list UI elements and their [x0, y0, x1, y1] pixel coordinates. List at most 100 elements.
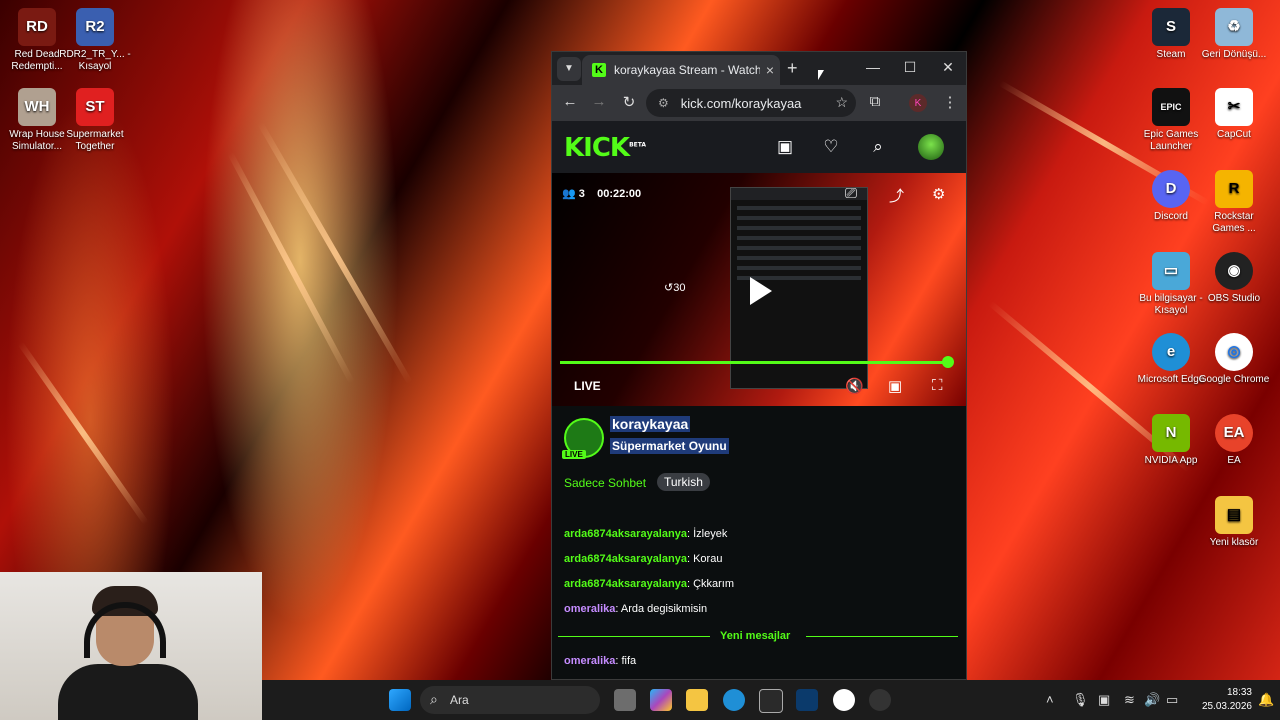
- desktop-icon-label: CapCut: [1217, 129, 1251, 140]
- kick-logo[interactable]: KICKBETA: [564, 133, 646, 163]
- settings-gear-icon[interactable]: ⚙: [932, 185, 945, 203]
- beta-badge: BETA: [629, 141, 647, 149]
- obs-icon[interactable]: [869, 689, 891, 711]
- chat-username[interactable]: arda6874aksarayalanya: [564, 578, 687, 590]
- desktop-icon-rockstar[interactable]: R Rockstar Games ...: [1197, 170, 1271, 235]
- new-tab-button[interactable]: +: [787, 58, 798, 79]
- divider-line: [806, 636, 958, 637]
- search-icon: ⌕: [430, 691, 438, 707]
- desktop-icon-chrome[interactable]: ◎ Google Chrome: [1197, 333, 1271, 386]
- fullscreen-icon[interactable]: ⛶: [932, 377, 943, 394]
- bookmark-star-icon[interactable]: ☆: [835, 94, 848, 111]
- desktop-icon-label: Yeni klasör: [1209, 537, 1259, 548]
- webcam-overlay: [0, 572, 262, 720]
- stream-category[interactable]: Süpermarket Oyunu: [610, 438, 729, 454]
- desktop-icon-label: EA: [1227, 455, 1241, 466]
- kick-header: KICKBETA ▣ ♡ ⌕: [552, 121, 966, 173]
- store-icon[interactable]: [759, 689, 783, 713]
- address-bar[interactable]: ⚙ kick.com/koraykayaa ☆: [646, 89, 856, 117]
- tray-app-icon[interactable]: ▣: [1098, 692, 1110, 708]
- clip-icon[interactable]: ⎚: [845, 185, 857, 202]
- start-windows-icon[interactable]: [389, 689, 411, 711]
- edge-icon[interactable]: [723, 689, 745, 711]
- desktop-icon-label: Supermarket Together: [66, 129, 124, 152]
- battery-icon[interactable]: ▭: [1166, 692, 1178, 708]
- progress-knob[interactable]: [942, 356, 955, 368]
- language-tag[interactable]: Turkish: [657, 473, 710, 491]
- desktop-icon-capcut[interactable]: ✂ CapCut: [1197, 88, 1271, 141]
- chat-username[interactable]: omeralika: [564, 603, 615, 615]
- close-window-button[interactable]: ✕: [938, 59, 958, 76]
- following-icon[interactable]: ▣: [774, 137, 796, 157]
- discord-icon: D: [1152, 170, 1190, 208]
- chrome-icon[interactable]: [833, 689, 855, 711]
- copilot-icon[interactable]: [650, 689, 672, 711]
- channel-info: LIVE koraykayaa Süpermarket Oyunu Sadece…: [552, 406, 966, 510]
- desktop-icon-supermarket[interactable]: ST Supermarket Together: [58, 88, 132, 153]
- video-player[interactable]: 👥 3 00:22:00 ⎚ ⤴ ⚙ ↺30 LIVE 🔇 ▣ ⛶: [552, 173, 966, 406]
- tab-close-icon[interactable]: ×: [760, 62, 780, 78]
- browser-toolbar: ← → ↻ ⚙ kick.com/koraykayaa ☆ ⧉ K ⋮: [552, 85, 966, 121]
- chat-message: arda6874aksarayalanya: İzleyek: [564, 528, 728, 540]
- play-icon[interactable]: [750, 277, 772, 305]
- progress-track[interactable]: [560, 356, 955, 368]
- extensions-icon[interactable]: ⧉: [865, 93, 885, 110]
- notification-bell-icon[interactable]: 🔔: [1258, 692, 1274, 708]
- heart-icon[interactable]: ♡: [820, 137, 842, 157]
- folder-icon: ▤: [1215, 496, 1253, 534]
- live-badge: LIVE: [562, 450, 586, 459]
- new-messages-label: Yeni mesajlar: [720, 630, 791, 642]
- chat-username[interactable]: omeralika: [564, 655, 615, 667]
- taskbar-search[interactable]: ⌕ Ara: [420, 686, 600, 714]
- microphone-icon[interactable]: 🎙: [1072, 692, 1089, 708]
- epic-games-icon: EPIC: [1152, 88, 1190, 126]
- profile-avatar[interactable]: K: [909, 94, 927, 112]
- steam-icon: S: [1152, 8, 1190, 46]
- pip-icon[interactable]: ▣: [888, 377, 902, 395]
- reload-icon[interactable]: ↻: [619, 93, 639, 111]
- chat-username[interactable]: arda6874aksarayalanya: [564, 553, 687, 565]
- system-clock[interactable]: 18:33 25.03.2026: [1198, 686, 1252, 714]
- forward-arrow-icon[interactable]: →: [589, 93, 609, 110]
- mute-icon[interactable]: 🔇: [845, 377, 864, 395]
- back-arrow-icon[interactable]: ←: [560, 93, 580, 110]
- minimize-button[interactable]: —: [863, 59, 883, 75]
- desktop-icon-rdr2-shortcut[interactable]: R2 RDR2_TR_Y... - Kısayol: [58, 8, 132, 73]
- address-url: kick.com/koraykayaa: [680, 95, 802, 111]
- task-view-icon[interactable]: [614, 689, 636, 711]
- desktop-icon-ea[interactable]: EA EA: [1197, 414, 1271, 467]
- kebab-menu-icon[interactable]: ⋮: [940, 93, 960, 111]
- taskbar: ⌕ Ara ˄ 🎙 ▣ ≋ 🔊 ▭ 18:33 25.03.2026 🔔: [262, 680, 1280, 720]
- new-messages-divider: Yeni mesajlar: [558, 630, 958, 642]
- computer-icon: ▭: [1152, 252, 1190, 290]
- chat-message: arda6874aksarayalanya: Korau: [564, 553, 723, 565]
- desktop-icon-new-folder[interactable]: ▤ Yeni klasör: [1197, 496, 1271, 549]
- user-avatar[interactable]: [918, 134, 944, 160]
- browser-tab-active[interactable]: K koraykayaa Stream - Watch Live ×: [582, 55, 780, 85]
- ea-icon: EA: [1215, 414, 1253, 452]
- site-info-icon[interactable]: ⚙: [658, 96, 669, 110]
- maximize-button[interactable]: ☐: [900, 59, 920, 76]
- volume-icon[interactable]: 🔊: [1144, 692, 1160, 708]
- channel-name[interactable]: koraykayaa: [610, 416, 691, 432]
- chat-message: omeralika: Arda degisikmisin: [564, 603, 708, 615]
- app-icon[interactable]: [796, 689, 818, 711]
- player-stats: 👥 3 00:22:00: [562, 187, 641, 200]
- wifi-icon[interactable]: ≋: [1124, 692, 1135, 708]
- live-indicator[interactable]: LIVE: [574, 379, 601, 393]
- chat-message: arda6874aksarayalanya: Çkkarım: [564, 578, 735, 590]
- chevron-up-icon[interactable]: ˄: [1046, 692, 1054, 707]
- mouse-cursor-icon: [818, 70, 824, 80]
- rdr2-icon: R2: [76, 8, 114, 46]
- chat-username[interactable]: arda6874aksarayalanya: [564, 528, 687, 540]
- desktop-icon-obs[interactable]: ◉ OBS Studio: [1197, 252, 1271, 305]
- file-explorer-icon[interactable]: [686, 689, 708, 711]
- rockstar-icon: R: [1215, 170, 1253, 208]
- share-icon[interactable]: ⤴: [889, 185, 904, 206]
- rewind-30-icon[interactable]: ↺30: [664, 281, 685, 294]
- desktop-icon-recycle-bin[interactable]: ♻ Geri Dönüşü...: [1197, 8, 1271, 61]
- search-icon[interactable]: ⌕: [867, 137, 889, 157]
- nvidia-icon: N: [1152, 414, 1190, 452]
- red-dead-icon: RD: [18, 8, 56, 46]
- tab-search-button[interactable]: ▼: [557, 56, 581, 81]
